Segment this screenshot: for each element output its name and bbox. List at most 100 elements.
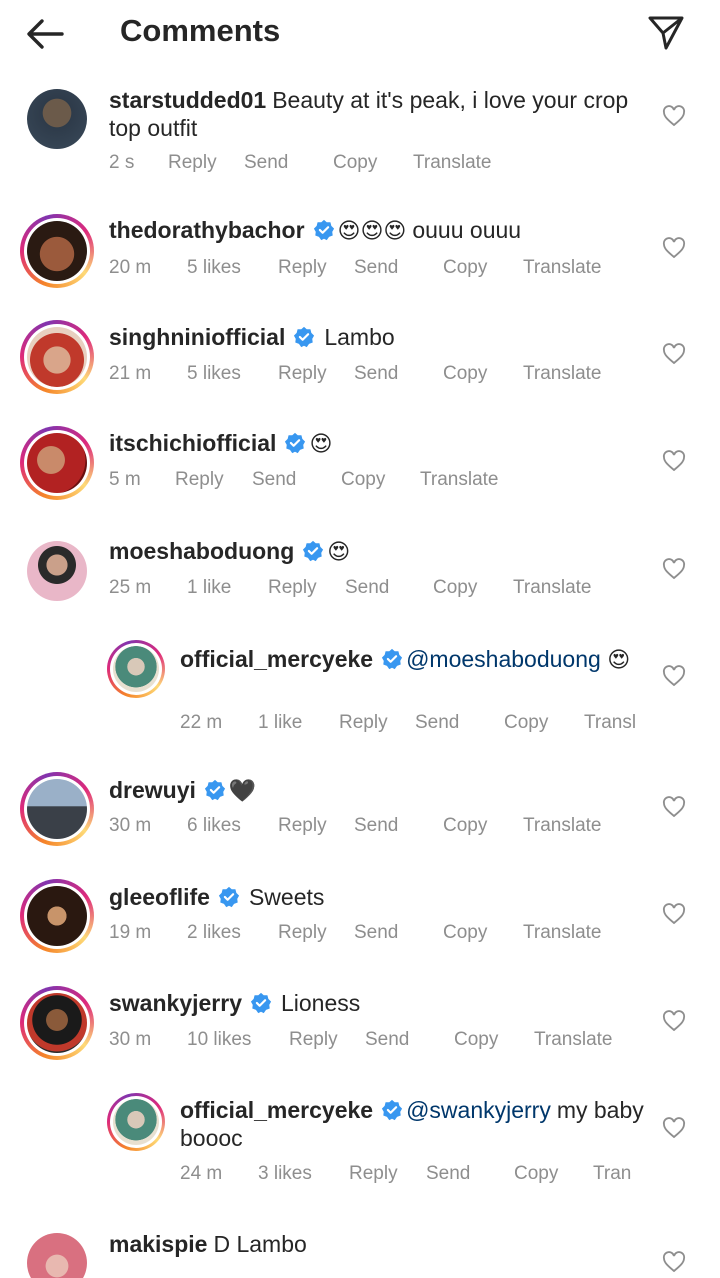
reply-button[interactable]: Reply	[268, 577, 317, 599]
heart-icon[interactable]	[662, 902, 686, 926]
comment-text: Lioness	[280, 990, 361, 1016]
username[interactable]: swankyjerry	[109, 990, 242, 1016]
send-button[interactable]: Send	[244, 152, 288, 174]
translate-button[interactable]: Translate	[523, 815, 602, 837]
reply-button[interactable]: Reply	[278, 363, 327, 385]
username[interactable]: moeshaboduong	[109, 538, 294, 564]
likes-count[interactable]: 5 likes	[187, 363, 241, 385]
copy-button[interactable]: Copy	[341, 469, 385, 491]
mention-link[interactable]: @moeshaboduong	[406, 646, 601, 672]
story-ring[interactable]	[20, 214, 94, 288]
comment-item: moeshaboduong 😍 25 m 1 like Reply Send Co…	[0, 537, 720, 627]
comment-text: Lambo	[324, 324, 395, 350]
verified-badge-icon	[294, 326, 315, 348]
avatar[interactable]	[27, 541, 87, 601]
paper-plane-icon[interactable]	[646, 12, 686, 52]
reply-button[interactable]: Reply	[278, 815, 327, 837]
username[interactable]: itschichiofficial	[109, 430, 276, 456]
send-button[interactable]: Send	[354, 815, 398, 837]
heart-icon[interactable]	[662, 236, 686, 260]
verified-badge-icon	[381, 648, 403, 670]
reply-button[interactable]: Reply	[278, 257, 327, 279]
translate-button[interactable]: Translate	[513, 577, 592, 599]
send-button[interactable]: Send	[354, 922, 398, 944]
story-ring[interactable]	[20, 320, 94, 394]
heart-icon[interactable]	[662, 795, 686, 819]
copy-button[interactable]: Copy	[443, 922, 487, 944]
translate-button[interactable]: Transl	[584, 712, 636, 734]
send-button[interactable]: Send	[252, 469, 296, 491]
avatar[interactable]	[27, 89, 87, 149]
heart-icon[interactable]	[662, 1250, 686, 1274]
comment-item: makispie D Lambo	[0, 1230, 720, 1278]
copy-button[interactable]: Copy	[333, 152, 377, 174]
translate-button[interactable]: Tran	[593, 1163, 631, 1185]
heart-icon[interactable]	[662, 342, 686, 366]
story-ring[interactable]	[20, 986, 94, 1060]
translate-button[interactable]: Translate	[523, 363, 602, 385]
heart-icon[interactable]	[662, 104, 686, 128]
copy-button[interactable]: Copy	[454, 1029, 498, 1051]
story-ring[interactable]	[20, 426, 94, 500]
likes-count[interactable]: 2 likes	[187, 922, 241, 944]
avatar	[27, 993, 87, 1053]
reply-button[interactable]: Reply	[339, 712, 388, 734]
username[interactable]: official_mercyeke	[180, 1097, 373, 1123]
copy-button[interactable]: Copy	[443, 363, 487, 385]
username[interactable]: gleeoflife	[109, 884, 210, 910]
send-button[interactable]: Send	[345, 577, 389, 599]
send-button[interactable]: Send	[415, 712, 459, 734]
copy-button[interactable]: Copy	[514, 1163, 558, 1185]
emoji: 😍😍😍	[337, 218, 407, 243]
reply-item: official_mercyeke @swankyjerry my baby boo…	[0, 1093, 720, 1203]
username[interactable]: thedorathybachor	[109, 217, 305, 243]
mention-link[interactable]: @swankyjerry	[406, 1097, 551, 1123]
send-button[interactable]: Send	[365, 1029, 409, 1051]
story-ring[interactable]	[107, 640, 165, 698]
avatar	[27, 886, 87, 946]
reply-button[interactable]: Reply	[349, 1163, 398, 1185]
heart-icon[interactable]	[662, 557, 686, 581]
translate-button[interactable]: Translate	[534, 1029, 613, 1051]
reply-button[interactable]: Reply	[168, 152, 217, 174]
avatar[interactable]	[27, 1233, 87, 1278]
likes-count[interactable]: 5 likes	[187, 257, 241, 279]
heart-icon[interactable]	[662, 449, 686, 473]
send-button[interactable]: Send	[354, 257, 398, 279]
translate-button[interactable]: Translate	[420, 469, 499, 491]
story-ring[interactable]	[20, 772, 94, 846]
send-button[interactable]: Send	[426, 1163, 470, 1185]
heart-icon[interactable]	[662, 664, 686, 688]
translate-button[interactable]: Translate	[413, 152, 492, 174]
comment-item: itschichiofficial 😍 5 m Reply Send Copy T…	[0, 426, 720, 526]
back-arrow-icon[interactable]	[24, 14, 66, 54]
reply-button[interactable]: Reply	[289, 1029, 338, 1051]
likes-count[interactable]: 6 likes	[187, 815, 241, 837]
story-ring[interactable]	[107, 1093, 165, 1151]
copy-button[interactable]: Copy	[433, 577, 477, 599]
send-button[interactable]: Send	[354, 363, 398, 385]
avatar	[113, 646, 159, 692]
reply-button[interactable]: Reply	[175, 469, 224, 491]
likes-count[interactable]: 3 likes	[258, 1163, 312, 1185]
likes-count[interactable]: 10 likes	[187, 1029, 251, 1051]
username[interactable]: singhniniofficial	[109, 324, 285, 350]
copy-button[interactable]: Copy	[443, 815, 487, 837]
page-title: Comments	[120, 13, 281, 48]
username[interactable]: drewuyi	[109, 777, 196, 803]
username[interactable]: starstudded01	[109, 87, 266, 113]
timestamp: 21 m	[109, 363, 152, 384]
username[interactable]: makispie	[109, 1231, 207, 1257]
translate-button[interactable]: Translate	[523, 257, 602, 279]
likes-count[interactable]: 1 like	[187, 577, 231, 599]
likes-count[interactable]: 1 like	[258, 712, 302, 734]
story-ring[interactable]	[20, 879, 94, 953]
copy-button[interactable]: Copy	[504, 712, 548, 734]
heart-icon[interactable]	[662, 1009, 686, 1033]
verified-badge-icon	[285, 432, 306, 454]
reply-button[interactable]: Reply	[278, 922, 327, 944]
username[interactable]: official_mercyeke	[180, 646, 373, 672]
heart-icon[interactable]	[662, 1116, 686, 1140]
translate-button[interactable]: Translate	[523, 922, 602, 944]
copy-button[interactable]: Copy	[443, 257, 487, 279]
